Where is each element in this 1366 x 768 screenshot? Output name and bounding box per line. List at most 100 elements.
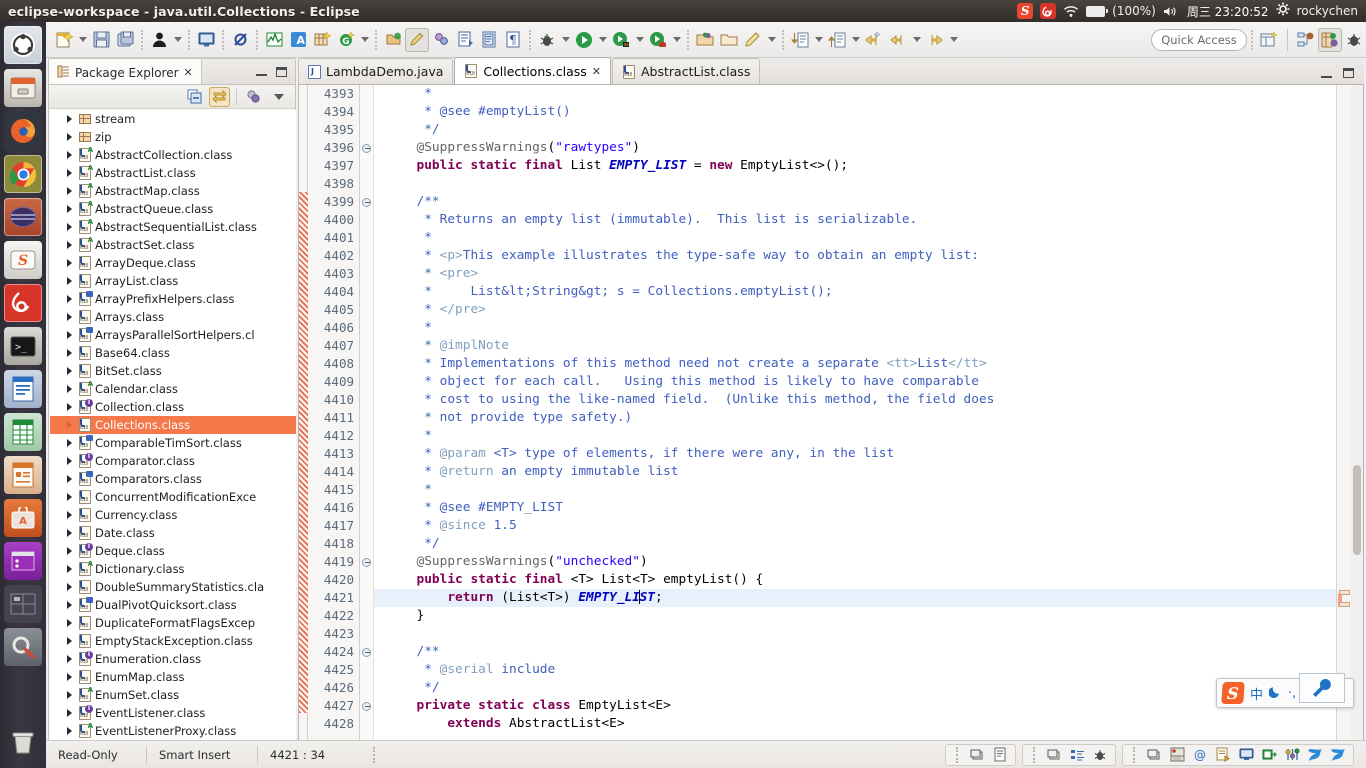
new-package-icon[interactable] [381,28,405,52]
fold-toggle[interactable] [360,265,373,283]
annotation-ruler[interactable] [299,85,308,747]
debug-icon[interactable] [535,28,559,52]
username-label[interactable]: rockychen [1297,4,1358,18]
expand-arrow-icon[interactable] [64,402,75,413]
tree-item[interactable]: 010AEnumSet.class [50,686,296,704]
expand-arrow-icon[interactable] [64,222,75,233]
tree-item[interactable]: 010BitSet.class [50,362,296,380]
gear-icon[interactable] [1276,2,1290,20]
fold-toggle[interactable] [360,121,373,139]
status-grip-2[interactable] [956,747,959,763]
expand-arrow-icon[interactable] [64,330,75,341]
tree-item[interactable]: 010ConcurrentModificationExce [50,488,296,506]
tree-item[interactable]: 010ArrayDeque.class [50,254,296,272]
editor-tab[interactable]: 010Collections.class✕ [454,57,611,84]
fold-toggle[interactable] [360,157,373,175]
expand-arrow-icon[interactable] [64,582,75,593]
markers-view-icon[interactable] [1282,746,1302,764]
perspective-debug-icon[interactable] [1342,28,1366,52]
tree-item[interactable]: 010DoubleSummaryStatistics.cla [50,578,296,596]
expand-arrow-icon[interactable] [64,438,75,449]
tree-item[interactable]: 010IEventListener.class [50,704,296,722]
data-source-2-icon[interactable] [1328,746,1348,764]
tree-item[interactable]: zip [50,128,296,146]
vertical-scrollbar[interactable] [1351,85,1363,747]
focus-on-active-task-icon[interactable] [243,87,264,107]
tree-item[interactable]: 010AAbstractSet.class [50,236,296,254]
expand-arrow-icon[interactable] [64,600,75,611]
perspective-java-icon[interactable] [1318,28,1342,52]
debug-dropdown[interactable] [559,29,572,51]
open-console-icon[interactable] [194,28,218,52]
tree-item[interactable]: 010Arrays.class [50,308,296,326]
servers-view-icon[interactable] [1167,746,1187,764]
fold-toggle[interactable] [360,409,373,427]
fold-toggle[interactable] [360,679,373,697]
close-icon[interactable]: ✕ [184,66,193,79]
launcher-item-ubuntu-dash[interactable] [4,26,42,64]
maximize-icon[interactable] [1343,68,1354,78]
fold-toggle[interactable] [360,175,373,193]
folding-ruler[interactable] [360,85,374,747]
fold-toggle[interactable] [360,445,373,463]
expand-arrow-icon[interactable] [64,168,75,179]
run-on-server-dropdown[interactable] [633,29,646,51]
at-view-icon[interactable]: @ [1190,746,1210,764]
clock[interactable]: 周三 23:20:52 [1187,3,1269,20]
new-wizard-icon[interactable] [52,28,76,52]
new-java-project-icon[interactable] [310,28,334,52]
tree-item[interactable]: 010ArrayPrefixHelpers.class [50,290,296,308]
tree-item[interactable]: 010AAbstractCollection.class [50,146,296,164]
expand-arrow-icon[interactable] [64,564,75,575]
run-icon[interactable] [572,28,596,52]
expand-arrow-icon[interactable] [64,708,75,719]
sogou-logo-icon[interactable]: S [1221,682,1245,704]
tab-package-explorer[interactable]: Package Explorer ✕ [49,59,202,84]
edit-pencil-dropdown[interactable] [765,29,778,51]
restore-view-icon[interactable] [967,746,987,764]
expand-arrow-icon[interactable] [64,474,75,485]
tree-item[interactable]: 010Collections.class [50,416,296,434]
search-icon[interactable] [429,28,453,52]
outline-view-icon[interactable] [1067,746,1087,764]
open-folder-icon[interactable] [693,28,717,52]
tree-item[interactable]: 010Currency.class [50,506,296,524]
properties-view-icon[interactable] [1259,746,1279,764]
export-icon[interactable] [717,28,741,52]
expand-arrow-icon[interactable] [64,546,75,557]
monitor-graph-icon[interactable] [262,28,286,52]
forward-dropdown[interactable] [947,29,960,51]
debug-view-icon[interactable] [1090,746,1110,764]
expand-arrow-icon[interactable] [64,690,75,701]
launcher-item-system-settings[interactable] [4,542,42,580]
tree-item[interactable]: 010Base64.class [50,344,296,362]
snippets-view-icon[interactable] [1213,746,1233,764]
open-type-icon[interactable] [477,28,501,52]
open-resource-icon[interactable]: ¶ [501,28,525,52]
netease-music-tray-icon[interactable] [1040,3,1056,19]
fold-toggle[interactable] [360,391,373,409]
view-menu-icon[interactable] [268,87,289,107]
tree-item[interactable]: 010Date.class [50,524,296,542]
sogou-tray-icon[interactable]: S [1017,3,1033,19]
tree-item[interactable]: 010ArrayList.class [50,272,296,290]
back-history-icon[interactable] [886,28,910,52]
launcher-item-firefox[interactable] [4,112,42,150]
moon-icon[interactable] [1269,685,1282,702]
tree-item[interactable]: 010AAbstractSequentialList.class [50,218,296,236]
tree-item[interactable]: 010ComparableTimSort.class [50,434,296,452]
launcher-item-eclipse[interactable] [4,198,42,236]
minimize-icon[interactable] [256,67,267,76]
tree-item[interactable]: 010AAbstractMap.class [50,182,296,200]
fold-toggle[interactable] [360,589,373,607]
forward-icon[interactable] [923,28,947,52]
fold-toggle[interactable] [360,301,373,319]
status-grip-4[interactable] [1133,747,1136,763]
tree-item[interactable]: 010IDeque.class [50,542,296,560]
expand-arrow-icon[interactable] [64,726,75,737]
launcher-item-chrome[interactable] [4,155,42,193]
vertical-scrollbar-thumb[interactable] [1353,465,1361,555]
launcher-item-libreoffice-writer[interactable] [4,370,42,408]
next-annotation-dropdown[interactable] [812,29,825,51]
expand-arrow-icon[interactable] [64,114,75,125]
